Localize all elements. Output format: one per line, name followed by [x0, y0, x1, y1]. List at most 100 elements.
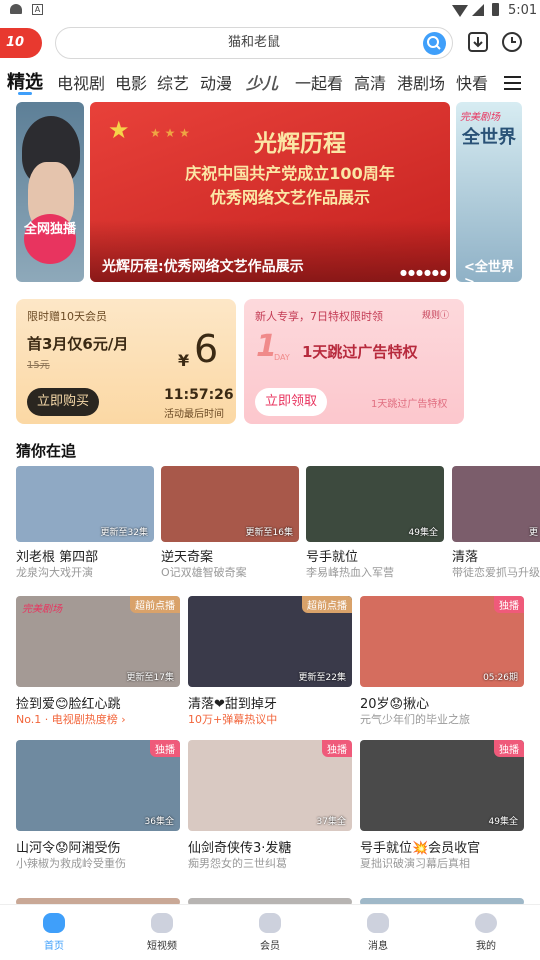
grid-sub-1[interactable]: No.1 · 电视剧热度榜 ›: [16, 711, 126, 727]
grid-thumb-3[interactable]: 独播 05:26期: [360, 596, 524, 687]
grid-thumb-2[interactable]: 超前点播 更新至22集: [188, 596, 352, 687]
vip-icon: [259, 913, 281, 933]
follow-sub-4: 带徒恋爱抓马升级: [452, 566, 540, 579]
vip-tag: 限时赠10天会员: [27, 310, 107, 323]
ad-skip-promo-card[interactable]: 新人专享，7日特权限时领 规则ⓘ 1 DAY 1天跳过广告特权 立即领取 1天跳…: [244, 299, 464, 424]
tab-variety[interactable]: 综艺: [157, 70, 189, 94]
countdown-label: 活动最后时间: [164, 409, 224, 420]
vip-offer: 首3月仅6元/月: [27, 335, 129, 353]
menu-icon[interactable]: [504, 76, 521, 90]
tab-featured[interactable]: 精选: [7, 68, 43, 94]
tab-tv[interactable]: 电视剧: [57, 70, 105, 94]
follow-thumb-1[interactable]: 更新至32集: [16, 466, 154, 542]
grid-title-4[interactable]: 山河令😟阿湘受伤: [16, 837, 121, 856]
status-bar: A 5:01: [0, 0, 540, 24]
grid-sub-6: 夏拙识破演习幕后真相: [360, 857, 470, 870]
episode-label: 更新至16集: [245, 528, 293, 538]
episode-label: 更新至17集: [126, 673, 174, 683]
follow-title-3[interactable]: 号手就位: [306, 546, 358, 565]
tab-vip[interactable]: 会员: [230, 911, 310, 952]
advance-badge: 超前点播: [130, 596, 180, 613]
grid-sub-4: 小辣椒为救成岭受重伤: [16, 857, 126, 870]
vip-price: 6: [194, 327, 219, 371]
rules-link[interactable]: 规则ⓘ: [422, 308, 449, 321]
home-icon: [43, 913, 65, 933]
banner-caption: 光辉历程:优秀网络文艺作品展示: [102, 259, 304, 275]
episode-label: 49集全: [488, 817, 518, 827]
tab-short-video[interactable]: 短视频: [122, 911, 202, 952]
search-icon[interactable]: [423, 32, 446, 55]
day-icon-text: DAY: [274, 353, 290, 362]
app-logo[interactable]: 10: [0, 28, 42, 58]
tab-messages[interactable]: 消息: [338, 911, 418, 952]
search-input[interactable]: 猫和老鼠: [55, 27, 453, 59]
tab-anime[interactable]: 动漫: [200, 70, 232, 94]
follow-thumb-3[interactable]: 49集全: [306, 466, 444, 542]
advance-badge: 超前点播: [302, 596, 352, 613]
exclusive-badge: 独播: [494, 740, 524, 757]
banner-line2: 优秀网络文艺作品展示: [209, 188, 370, 207]
tab-kids[interactable]: 少儿: [246, 70, 278, 94]
grid-thumb-5[interactable]: 独播 37集全: [188, 740, 352, 831]
notification-a-icon: A: [32, 4, 43, 15]
follow-title-2[interactable]: 逆天奇案: [161, 546, 213, 565]
drama-logo: 完美剧场: [22, 604, 62, 615]
drama-logo: 完美剧场: [460, 112, 500, 123]
follow-sub-2: O记双雄智破奇案: [161, 566, 247, 579]
tab-quick-watch[interactable]: 快看: [456, 70, 488, 94]
channel-tabs: 精选 电视剧 电影 综艺 动漫 少儿 一起看 高清 港剧场 快看: [0, 64, 540, 102]
grid-title-1[interactable]: 捡到爱😊脸红心跳: [16, 693, 121, 712]
tab-home-label: 首页: [44, 941, 64, 952]
tab-vip-label: 会员: [260, 941, 280, 952]
tab-movie[interactable]: 电影: [115, 70, 147, 94]
tab-short-video-label: 短视频: [147, 941, 177, 952]
banner-main[interactable]: ★ ★ ★ ★ 光辉历程 庆祝中国共产党成立100周年 优秀网络文艺作品展示 光…: [90, 102, 450, 282]
battery-icon: [492, 3, 499, 16]
follow-thumb-4[interactable]: 更: [452, 466, 540, 542]
follow-title-4[interactable]: 清落: [452, 546, 478, 565]
ad-skip-title: 1天跳过广告特权: [302, 343, 418, 361]
tab-profile[interactable]: 我的: [446, 911, 526, 952]
vip-promo-card[interactable]: 限时赠10天会员 首3月仅6元/月 15元 ¥ 6 立即购买 11:57:26 …: [16, 299, 236, 424]
history-icon[interactable]: [501, 31, 523, 53]
episode-label: 更新至22集: [298, 673, 346, 683]
download-icon[interactable]: [467, 31, 489, 53]
android-icon: [10, 4, 22, 14]
grid-title-2[interactable]: 清落❤甜到掉牙: [188, 693, 277, 712]
tab-watch-together[interactable]: 一起看: [295, 70, 343, 94]
vip-old-price: 15元: [27, 360, 50, 371]
short-video-icon: [151, 913, 173, 933]
drama-title: 全世界: [462, 127, 516, 148]
episode-label: 36集全: [144, 817, 174, 827]
exclusive-badge: 独播: [322, 740, 352, 757]
grid-sub-5: 痴男怨女的三世纠葛: [188, 857, 287, 870]
follow-thumb-2[interactable]: 更新至16集: [161, 466, 299, 542]
tab-home[interactable]: 首页: [14, 911, 94, 952]
profile-icon: [475, 913, 497, 933]
tab-hk-drama[interactable]: 港剧场: [397, 70, 445, 94]
grid-title-6[interactable]: 号手就位💥会员收官: [360, 837, 480, 856]
banner-line1: 庆祝中国共产党成立100周年: [185, 164, 395, 183]
grid-thumb-1[interactable]: 完美剧场 超前点播 更新至17集: [16, 596, 180, 687]
tab-hd[interactable]: 高清: [354, 70, 386, 94]
bottom-tab-bar: 首页 短视频 会员 消息 我的: [0, 904, 540, 960]
countdown-timer: 11:57:26: [164, 387, 234, 403]
banner-title: 光辉历程: [254, 131, 346, 157]
signal-icon: [472, 4, 484, 16]
tab-profile-label: 我的: [476, 941, 496, 952]
grid-thumb-6[interactable]: 独播 49集全: [360, 740, 524, 831]
grid-title-3[interactable]: 20岁😟揪心: [360, 693, 429, 712]
grid-thumb-4[interactable]: 独播 36集全: [16, 740, 180, 831]
banner-left-card[interactable]: 全网独播: [16, 102, 84, 282]
claim-now-button[interactable]: 立即领取: [255, 388, 327, 416]
clock: 5:01: [508, 3, 538, 18]
banner-right-card[interactable]: 完美剧场 全世界 <全世界>: [456, 102, 522, 282]
exclusive-badge: 全网独播: [24, 214, 76, 264]
exclusive-badge: 独播: [150, 740, 180, 757]
buy-now-button[interactable]: 立即购买: [27, 388, 99, 416]
grid-title-5[interactable]: 仙剑奇侠传3·发糖: [188, 837, 291, 856]
episode-label: 更新至32集: [100, 528, 148, 538]
grid-sub-3: 元气少年们的毕业之旅: [360, 713, 470, 726]
follow-sub-3: 李易峰热血入军营: [306, 566, 394, 579]
follow-title-1[interactable]: 刘老根 第四部: [16, 546, 98, 565]
